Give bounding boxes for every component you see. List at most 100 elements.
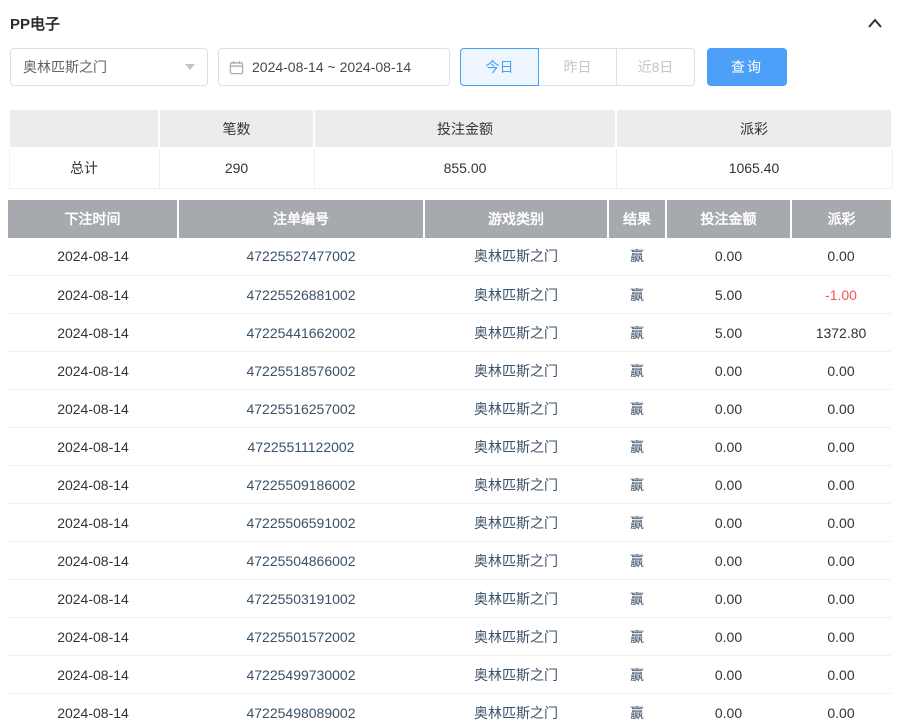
cell-payout: 0.00	[791, 238, 891, 276]
cell-bet-time: 2024-08-14	[8, 542, 178, 580]
cell-result: 赢	[608, 656, 666, 694]
cell-payout: 0.00	[791, 618, 891, 656]
header-game-type: 游戏类别	[424, 200, 608, 238]
date-range-value: 2024-08-14 ~ 2024-08-14	[252, 59, 411, 75]
cell-payout: 0.00	[791, 694, 891, 721]
bet-records-table: 下注时间 注单编号 游戏类别 结果 投注金额 派彩 2024-08-14 472…	[8, 200, 891, 721]
cell-bet-id: 47225498089002	[178, 694, 424, 721]
cell-result: 赢	[608, 694, 666, 721]
header-bet-time: 下注时间	[8, 200, 178, 238]
cell-game-type: 奥林匹斯之门	[424, 428, 608, 466]
collapse-panel-button[interactable]	[863, 13, 887, 33]
cell-payout: 0.00	[791, 428, 891, 466]
header-bet-id: 注单编号	[178, 200, 424, 238]
cell-bet-amount: 0.00	[666, 580, 791, 618]
filter-bar: 奥林匹斯之门 2024-08-14 ~ 2024-08-14 今日昨日近8日 查…	[8, 42, 891, 86]
bet-table-body: 2024-08-14 47225527477002 奥林匹斯之门 赢 0.00 …	[8, 238, 891, 721]
table-row: 2024-08-14 47225498089002 奥林匹斯之门 赢 0.00 …	[8, 694, 891, 721]
cell-bet-time: 2024-08-14	[8, 466, 178, 504]
cell-payout: 0.00	[791, 542, 891, 580]
summary-bet-amount-value: 855.00	[314, 148, 616, 188]
cell-result: 赢	[608, 618, 666, 656]
cell-bet-amount: 0.00	[666, 656, 791, 694]
cell-result: 赢	[608, 504, 666, 542]
cell-bet-id: 47225518576002	[178, 352, 424, 390]
cell-bet-id: 47225499730002	[178, 656, 424, 694]
bet-table-header-row: 下注时间 注单编号 游戏类别 结果 投注金额 派彩	[8, 200, 891, 238]
cell-bet-time: 2024-08-14	[8, 352, 178, 390]
calendar-icon	[229, 60, 244, 75]
table-row: 2024-08-14 47225526881002 奥林匹斯之门 赢 5.00 …	[8, 276, 891, 314]
chevron-down-icon	[185, 64, 195, 70]
cell-bet-time: 2024-08-14	[8, 314, 178, 352]
cell-result: 赢	[608, 276, 666, 314]
table-row: 2024-08-14 47225501572002 奥林匹斯之门 赢 0.00 …	[8, 618, 891, 656]
cell-game-type: 奥林匹斯之门	[424, 504, 608, 542]
page-title: PP电子	[10, 13, 60, 34]
cell-bet-amount: 0.00	[666, 390, 791, 428]
cell-result: 赢	[608, 428, 666, 466]
cell-payout: 0.00	[791, 352, 891, 390]
cell-result: 赢	[608, 314, 666, 352]
cell-bet-id: 47225504866002	[178, 542, 424, 580]
table-row: 2024-08-14 47225527477002 奥林匹斯之门 赢 0.00 …	[8, 238, 891, 276]
cell-game-type: 奥林匹斯之门	[424, 618, 608, 656]
game-select[interactable]: 奥林匹斯之门	[10, 48, 208, 86]
cell-payout: 0.00	[791, 656, 891, 694]
cell-bet-amount: 5.00	[666, 314, 791, 352]
cell-bet-id: 47225501572002	[178, 618, 424, 656]
cell-payout: 0.00	[791, 466, 891, 504]
cell-bet-amount: 0.00	[666, 618, 791, 656]
cell-result: 赢	[608, 466, 666, 504]
cell-payout: 1372.80	[791, 314, 891, 352]
table-row: 2024-08-14 47225441662002 奥林匹斯之门 赢 5.00 …	[8, 314, 891, 352]
header-payout: 派彩	[791, 200, 891, 238]
cell-payout: 0.00	[791, 504, 891, 542]
cell-bet-time: 2024-08-14	[8, 656, 178, 694]
quick-filter-button-2[interactable]: 昨日	[538, 48, 617, 86]
cell-bet-time: 2024-08-14	[8, 694, 178, 721]
quick-filter-button-1[interactable]: 今日	[460, 48, 539, 86]
cell-bet-amount: 0.00	[666, 466, 791, 504]
cell-game-type: 奥林匹斯之门	[424, 656, 608, 694]
cell-game-type: 奥林匹斯之门	[424, 238, 608, 276]
cell-game-type: 奥林匹斯之门	[424, 352, 608, 390]
table-row: 2024-08-14 47225518576002 奥林匹斯之门 赢 0.00 …	[8, 352, 891, 390]
header-result: 结果	[608, 200, 666, 238]
cell-bet-time: 2024-08-14	[8, 428, 178, 466]
date-range-picker[interactable]: 2024-08-14 ~ 2024-08-14	[218, 48, 450, 86]
quick-filter-button-3[interactable]: 近8日	[616, 48, 695, 86]
summary-total-row: 总计 290 855.00 1065.40	[9, 148, 892, 188]
summary-header-blank	[9, 109, 159, 148]
cell-bet-time: 2024-08-14	[8, 580, 178, 618]
table-row: 2024-08-14 47225504866002 奥林匹斯之门 赢 0.00 …	[8, 542, 891, 580]
quick-filter-group: 今日昨日近8日	[460, 48, 695, 86]
table-row: 2024-08-14 47225506591002 奥林匹斯之门 赢 0.00 …	[8, 504, 891, 542]
cell-bet-id: 47225506591002	[178, 504, 424, 542]
summary-header-row: 笔数 投注金额 派彩	[9, 109, 892, 148]
game-select-value: 奥林匹斯之门	[23, 57, 107, 77]
cell-game-type: 奥林匹斯之门	[424, 542, 608, 580]
summary-header-count: 笔数	[159, 109, 314, 148]
cell-result: 赢	[608, 390, 666, 428]
cell-bet-id: 47225503191002	[178, 580, 424, 618]
cell-result: 赢	[608, 352, 666, 390]
summary-payout-value: 1065.40	[616, 148, 892, 188]
cell-bet-amount: 0.00	[666, 238, 791, 276]
cell-bet-time: 2024-08-14	[8, 618, 178, 656]
cell-payout: 0.00	[791, 580, 891, 618]
table-row: 2024-08-14 47225509186002 奥林匹斯之门 赢 0.00 …	[8, 466, 891, 504]
cell-bet-amount: 0.00	[666, 694, 791, 721]
cell-bet-amount: 0.00	[666, 352, 791, 390]
cell-game-type: 奥林匹斯之门	[424, 314, 608, 352]
cell-bet-amount: 0.00	[666, 542, 791, 580]
search-button[interactable]: 查询	[707, 48, 787, 86]
chevron-up-icon	[867, 17, 883, 32]
cell-payout: -1.00	[791, 276, 891, 314]
cell-payout: 0.00	[791, 390, 891, 428]
cell-bet-id: 47225509186002	[178, 466, 424, 504]
cell-game-type: 奥林匹斯之门	[424, 580, 608, 618]
cell-bet-amount: 0.00	[666, 428, 791, 466]
header-bet-amount: 投注金额	[666, 200, 791, 238]
table-row: 2024-08-14 47225511122002 奥林匹斯之门 赢 0.00 …	[8, 428, 891, 466]
